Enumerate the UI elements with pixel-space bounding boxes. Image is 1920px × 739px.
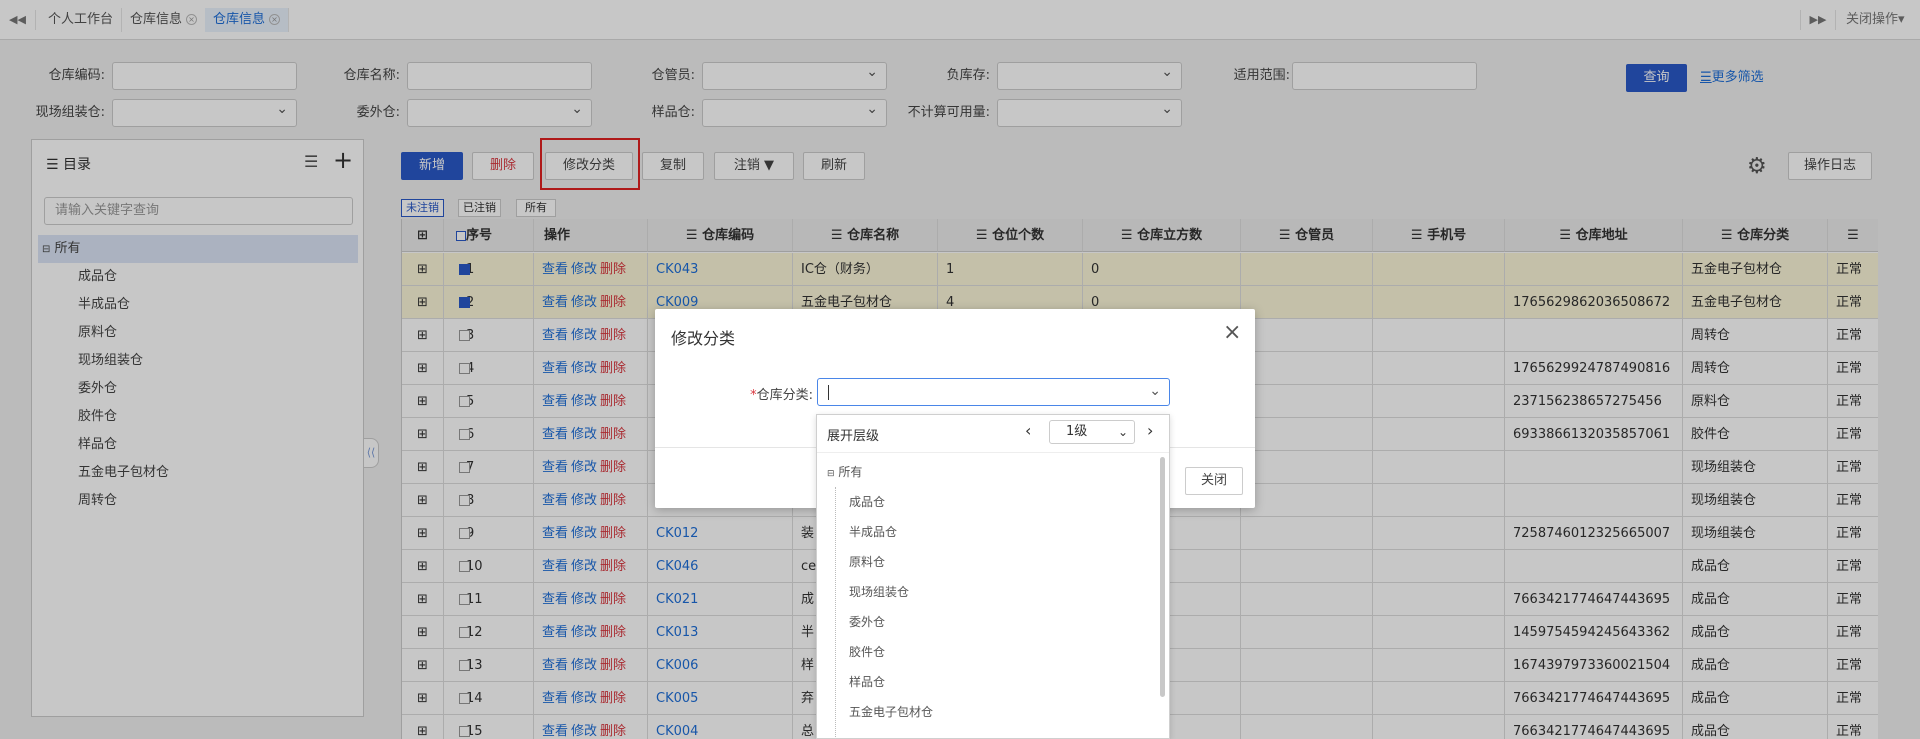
field-label-text: 仓库分类: [756,388,813,403]
category-dropdown: 展开层级 ‹ 1级 ⌄ › ⊟ 所有 成品仓 半成品仓 原料仓 现场组装仓 委外仓… [816,414,1170,739]
dropdown-option[interactable]: 现场组装仓 [849,577,933,607]
dropdown-root[interactable]: ⊟ 所有 [827,457,862,487]
close-icon[interactable]: × [1223,320,1241,345]
dropdown-root-label: 所有 [838,465,863,479]
dropdown-option[interactable]: 原料仓 [849,547,933,577]
collapse-icon[interactable]: ⊟ [827,469,835,479]
dropdown-list: 成品仓 半成品仓 原料仓 现场组装仓 委外仓 胶件仓 样品仓 五金电子包材仓 [849,487,933,727]
tree-guide-line [835,487,836,737]
chevron-down-icon: ⌄ [1117,425,1128,439]
dropdown-scrollbar[interactable] [1160,457,1165,697]
category-field-label: *仓库分类: [733,384,813,403]
dropdown-option[interactable]: 五金电子包材仓 [849,697,933,727]
dropdown-option[interactable]: 成品仓 [849,487,933,517]
category-select[interactable]: ⌄ [817,378,1170,406]
dropdown-option[interactable]: 胶件仓 [849,637,933,667]
level-value: 1级 [1066,424,1088,439]
dropdown-option[interactable]: 样品仓 [849,667,933,697]
dropdown-divider [817,452,1169,453]
dropdown-option[interactable]: 半成品仓 [849,517,933,547]
level-select[interactable]: 1级 ⌄ [1049,420,1135,444]
text-cursor [828,385,829,400]
chevron-left-icon[interactable]: ‹ [1025,421,1031,440]
chevron-down-icon[interactable]: ⌄ [1149,383,1161,399]
dialog-title: 修改分类 [671,329,736,348]
chevron-right-icon[interactable]: › [1147,421,1153,440]
dropdown-option[interactable]: 委外仓 [849,607,933,637]
dialog-close-button[interactable]: 关闭 [1185,467,1243,495]
expand-level-label: 展开层级 [827,429,880,444]
